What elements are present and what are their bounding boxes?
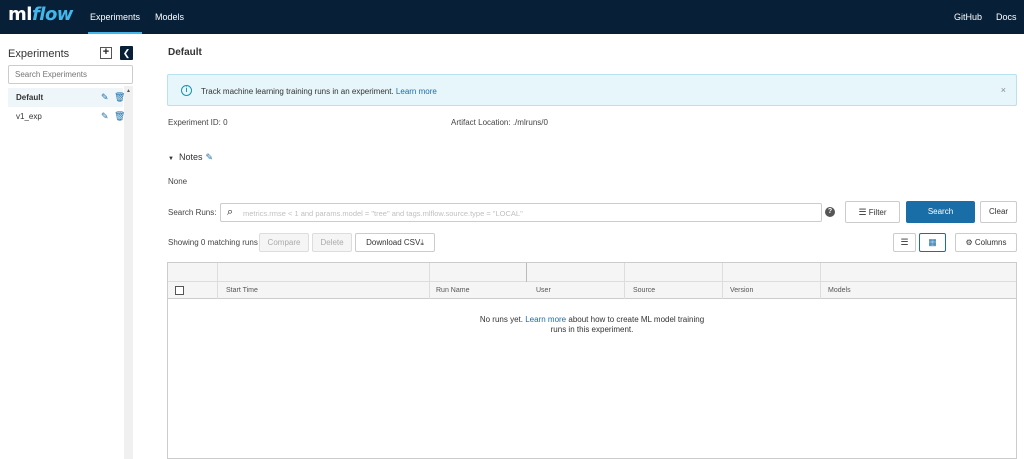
compare-button[interactable]: Compare: [259, 233, 309, 252]
sidebar-item-label: v1_exp: [16, 112, 42, 121]
column-header-run-name[interactable]: Run Name: [436, 287, 469, 294]
download-icon: ⤓: [420, 238, 424, 247]
search-runs-input[interactable]: ⌕ metrics.rmse < 1 and params.model = "t…: [220, 203, 822, 222]
empty-table-message: No runs yet. Learn more about how to cre…: [479, 315, 705, 334]
runs-table: Start Time Run Name User Source Version …: [167, 262, 1017, 459]
search-runs-label: Search Runs:: [168, 208, 217, 217]
experiment-list: Default ✎ 🗑 v1_exp ✎ 🗑: [8, 88, 125, 126]
close-icon[interactable]: ×: [1001, 85, 1006, 95]
page-title: Default: [168, 47, 202, 58]
scroll-up-icon[interactable]: ▲: [126, 88, 131, 94]
logo-ml-text: ml: [8, 4, 32, 25]
table-icon: ▦: [928, 237, 937, 247]
sidebar-title: Experiments: [8, 48, 70, 60]
column-header-version[interactable]: Version: [730, 287, 753, 294]
help-icon[interactable]: ?: [825, 207, 835, 217]
sidebar-item-label: Default: [16, 93, 44, 102]
filter-icon: ☰: [858, 207, 867, 217]
notes-toggle[interactable]: ▼ Notes ✎: [168, 152, 213, 163]
sidebar-item-default[interactable]: Default ✎ 🗑: [8, 88, 125, 107]
select-all-checkbox[interactable]: [175, 286, 184, 295]
mlflow-logo[interactable]: mlflow: [8, 4, 73, 25]
info-banner: i Track machine learning training runs i…: [167, 74, 1017, 106]
caret-down-icon: ▼: [168, 156, 174, 162]
table-group-header: [168, 263, 1016, 299]
matching-runs-count: Showing 0 matching runs: [168, 238, 258, 247]
edit-icon[interactable]: ✎: [101, 107, 109, 126]
search-icon: ⌕: [227, 206, 234, 218]
nav-tab-models[interactable]: Models: [155, 12, 184, 22]
nav-link-docs[interactable]: Docs: [996, 12, 1017, 22]
notes-label: Notes: [178, 152, 203, 162]
edit-notes-icon[interactable]: ✎: [205, 152, 213, 162]
table-view-toggle[interactable]: ▦: [919, 233, 946, 252]
gear-icon: ⚙: [965, 238, 973, 247]
filter-button[interactable]: ☰ Filter: [845, 201, 900, 223]
column-header-source[interactable]: Source: [633, 287, 655, 294]
artifact-location: Artifact Location: ./mlruns/0: [451, 118, 548, 127]
table-column-header: Start Time Run Name User Source Version …: [168, 282, 1016, 299]
sidebar-scrollbar[interactable]: ▲: [124, 86, 133, 459]
empty-learn-more-link[interactable]: Learn more: [525, 315, 566, 324]
delete-button[interactable]: Delete: [312, 233, 352, 252]
column-header-user[interactable]: User: [536, 287, 551, 294]
search-experiments-input[interactable]: [8, 65, 133, 84]
experiments-sidebar: Experiments + ❮ Default ✎ 🗑 v1_exp ✎ 🗑 ▲: [0, 34, 135, 459]
edit-icon[interactable]: ✎: [101, 88, 109, 107]
nav-tab-experiments[interactable]: Experiments: [87, 12, 143, 34]
logo-flow-text: flow: [31, 4, 74, 25]
top-navbar: mlflow Experiments Models GitHub Docs: [0, 0, 1024, 34]
clear-button[interactable]: Clear: [980, 201, 1017, 223]
column-header-models[interactable]: Models: [828, 287, 851, 294]
banner-learn-more-link[interactable]: Learn more: [396, 87, 437, 96]
experiment-view: Default i Track machine learning trainin…: [150, 34, 1024, 459]
experiment-id: Experiment ID: 0: [168, 118, 228, 127]
sidebar-item-v1-exp[interactable]: v1_exp ✎ 🗑: [8, 107, 125, 126]
search-runs-placeholder: metrics.rmse < 1 and params.model = "tre…: [243, 209, 523, 218]
list-view-toggle[interactable]: ☰: [893, 233, 916, 252]
download-csv-button[interactable]: Download CSV⤓: [355, 233, 435, 252]
columns-button[interactable]: ⚙ Columns: [955, 233, 1017, 252]
nav-link-github[interactable]: GitHub: [954, 12, 982, 22]
add-experiment-button[interactable]: +: [100, 47, 112, 59]
collapse-sidebar-button[interactable]: ❮: [120, 46, 133, 60]
info-icon: i: [181, 85, 192, 96]
search-button[interactable]: Search: [906, 201, 975, 223]
notes-value: None: [168, 177, 188, 186]
column-header-start-time[interactable]: Start Time: [226, 287, 258, 294]
list-icon: ☰: [900, 237, 909, 247]
banner-text: Track machine learning training runs in …: [201, 87, 437, 96]
